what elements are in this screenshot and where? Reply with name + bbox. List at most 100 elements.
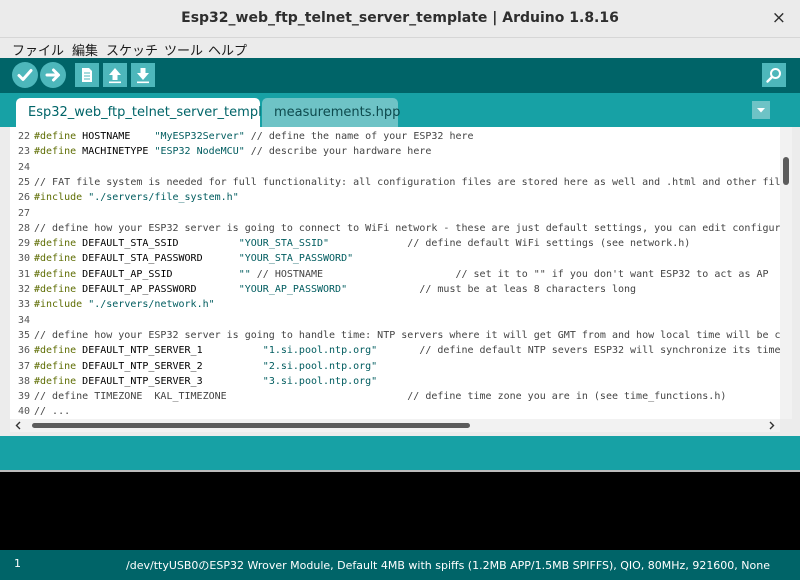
code-string: "./servers/file_system.h" — [88, 192, 239, 204]
code-comment: // define how your ESP32 server is going… — [34, 222, 780, 234]
code-keyword: #define — [34, 284, 77, 295]
save-sketch-button[interactable] — [131, 63, 155, 87]
code-text: DEFAULT_STA_PASSWORD — [76, 253, 239, 265]
code-line[interactable]: 37 #define DEFAULT_NTP_SERVER_2 "2.si.poo… — [10, 359, 377, 374]
code-comment: // ... — [34, 406, 71, 418]
code-line[interactable]: 23 #define MACHINETYPE "ESP32 NodeMCU" //… — [10, 144, 431, 159]
verify-button[interactable] — [12, 62, 38, 88]
vertical-scroll-thumb[interactable] — [783, 157, 789, 185]
line-number: 33 — [17, 299, 30, 311]
code-keyword: #define — [34, 253, 77, 265]
scroll-left-icon[interactable] — [14, 421, 23, 430]
code-keyword: #define — [34, 375, 77, 387]
menu-bar: ファイル 編集 スケッチ ツール ヘルプ — [0, 38, 800, 59]
magnifier-icon — [766, 68, 781, 83]
code-line[interactable]: 35 // define how your ESP32 server is goi… — [10, 328, 780, 343]
line-number: 35 — [17, 329, 30, 341]
code-string: "YOUR_AP_PASSWORD" — [238, 284, 348, 295]
code-keyword: #define — [34, 146, 77, 158]
cursor-line-number: 1 — [14, 557, 21, 570]
code-text: MACHINETYPE — [76, 146, 155, 158]
code-line[interactable]: 40 // ... — [10, 404, 70, 419]
code-line[interactable]: 39 // define TIMEZONE KAL_TIMEZONE // def… — [10, 389, 726, 404]
message-area — [0, 432, 800, 470]
code-line[interactable]: 38 #define DEFAULT_NTP_SERVER_3 "3.si.poo… — [10, 374, 377, 389]
code-line[interactable]: 33 #include "./servers/network.h" — [10, 297, 215, 312]
menu-tools[interactable]: ツール — [164, 40, 203, 59]
menu-sketch[interactable]: スケッチ — [106, 40, 158, 59]
line-number: 23 — [17, 146, 30, 158]
code-string: "2.si.pool.ntp.org" — [262, 360, 378, 372]
code-keyword: #define — [34, 238, 77, 250]
arrow-down-icon — [137, 68, 149, 84]
code-line[interactable]: 27 — [10, 206, 34, 221]
board-info: /dev/ttyUSB0のESP32 Wrover Module, Defaul… — [126, 559, 770, 572]
code-string: "YOUR_STA_SSID" — [238, 238, 330, 250]
toolbar — [0, 58, 800, 93]
code-text: DEFAULT_NTP_SERVER_3 — [76, 375, 263, 387]
title-bar: Esp32_web_ftp_telnet_server_template | A… — [0, 0, 800, 38]
line-number: 29 — [17, 238, 30, 250]
open-sketch-button[interactable] — [103, 63, 127, 87]
code-line[interactable]: 31 #define DEFAULT_AP_SSID "" // HOSTNAME… — [10, 267, 769, 282]
code-keyword: #define — [34, 360, 77, 372]
code-text: DEFAULT_STA_SSID — [76, 238, 239, 250]
horizontal-scroll-thumb[interactable] — [32, 423, 470, 428]
code-line[interactable]: 22 #define HOSTNAME "MyESP32Server" // de… — [10, 129, 474, 144]
code-comment: // define default NTP severs ESP32 will … — [377, 345, 780, 357]
new-sketch-button[interactable] — [75, 63, 99, 87]
editor-horizontal-scrollbar[interactable] — [10, 419, 780, 432]
code-line[interactable]: 32 #define DEFAULT_AP_PASSWORD "YOUR_AP_P… — [10, 282, 636, 297]
tab-main-sketch[interactable]: Esp32_web_ftp_telnet_server_template — [16, 98, 283, 127]
arrow-up-icon — [109, 68, 121, 84]
tab-measurements[interactable]: measurements.hpp — [262, 98, 400, 127]
code-line[interactable]: 36 #define DEFAULT_NTP_SERVER_1 "1.si.poo… — [10, 343, 780, 358]
close-button[interactable]: × — [772, 8, 786, 28]
line-number: 36 — [17, 345, 30, 357]
code-string: "ESP32 NodeMCU" — [154, 146, 245, 158]
document-icon — [82, 68, 92, 82]
line-number: 37 — [17, 360, 30, 372]
code-string: "./servers/network.h" — [88, 299, 215, 311]
console-output[interactable] — [0, 470, 800, 550]
code-text: DEFAULT_AP_PASSWORD — [76, 284, 239, 295]
code-line[interactable]: 34 — [10, 313, 34, 328]
menu-help[interactable]: ヘルプ — [208, 40, 247, 59]
console-divider — [0, 470, 800, 472]
line-number: 31 — [17, 268, 30, 280]
code-editor[interactable]: 22 #define HOSTNAME "MyESP32Server" // de… — [10, 127, 780, 419]
code-line[interactable]: 26 #include "./servers/file_system.h" — [10, 190, 239, 205]
code-line[interactable]: 24 — [10, 160, 34, 175]
upload-button[interactable] — [40, 62, 66, 88]
line-number: 26 — [17, 192, 30, 204]
status-bar: 1 /dev/ttyUSB0のESP32 Wrover Module, Defa… — [0, 550, 800, 580]
check-icon — [17, 69, 33, 81]
scroll-right-icon[interactable] — [767, 421, 776, 430]
window-title: Esp32_web_ftp_telnet_server_template | A… — [181, 10, 619, 26]
code-line[interactable]: 30 #define DEFAULT_STA_PASSWORD "YOUR_STA… — [10, 251, 353, 266]
code-text: DEFAULT_NTP_SERVER_1 — [76, 345, 263, 357]
menu-file[interactable]: ファイル — [12, 40, 64, 59]
code-line[interactable]: 28 // define how your ESP32 server is goi… — [10, 221, 780, 236]
line-number: 28 — [17, 222, 30, 234]
line-number: 32 — [17, 284, 30, 295]
code-string: "MyESP32Server" — [154, 131, 245, 142]
code-comment: // define TIMEZONE KAL_TIMEZONE // defin… — [34, 391, 727, 403]
line-number: 27 — [17, 207, 30, 219]
serial-monitor-button[interactable] — [762, 63, 786, 87]
tab-menu-button[interactable] — [752, 101, 770, 119]
line-number: 34 — [17, 314, 30, 326]
tab-bar: Esp32_web_ftp_telnet_server_template mea… — [0, 93, 800, 127]
code-keyword: #include — [34, 192, 83, 204]
code-keyword: #define — [34, 131, 77, 142]
menu-edit[interactable]: 編集 — [72, 40, 98, 59]
line-number: 30 — [17, 253, 30, 265]
line-number: 25 — [17, 176, 30, 188]
code-string: "1.si.pool.ntp.org" — [262, 345, 378, 357]
code-line[interactable]: 29 #define DEFAULT_STA_SSID "YOUR_STA_SSI… — [10, 236, 690, 251]
code-line[interactable]: 25 // FAT file system is needed for full … — [10, 175, 780, 190]
code-comment: // define default WiFi settings (see net… — [329, 238, 691, 250]
editor-vertical-scrollbar[interactable] — [780, 127, 792, 419]
code-comment: // describe your hardware here — [244, 146, 432, 158]
line-number: 38 — [17, 375, 30, 387]
